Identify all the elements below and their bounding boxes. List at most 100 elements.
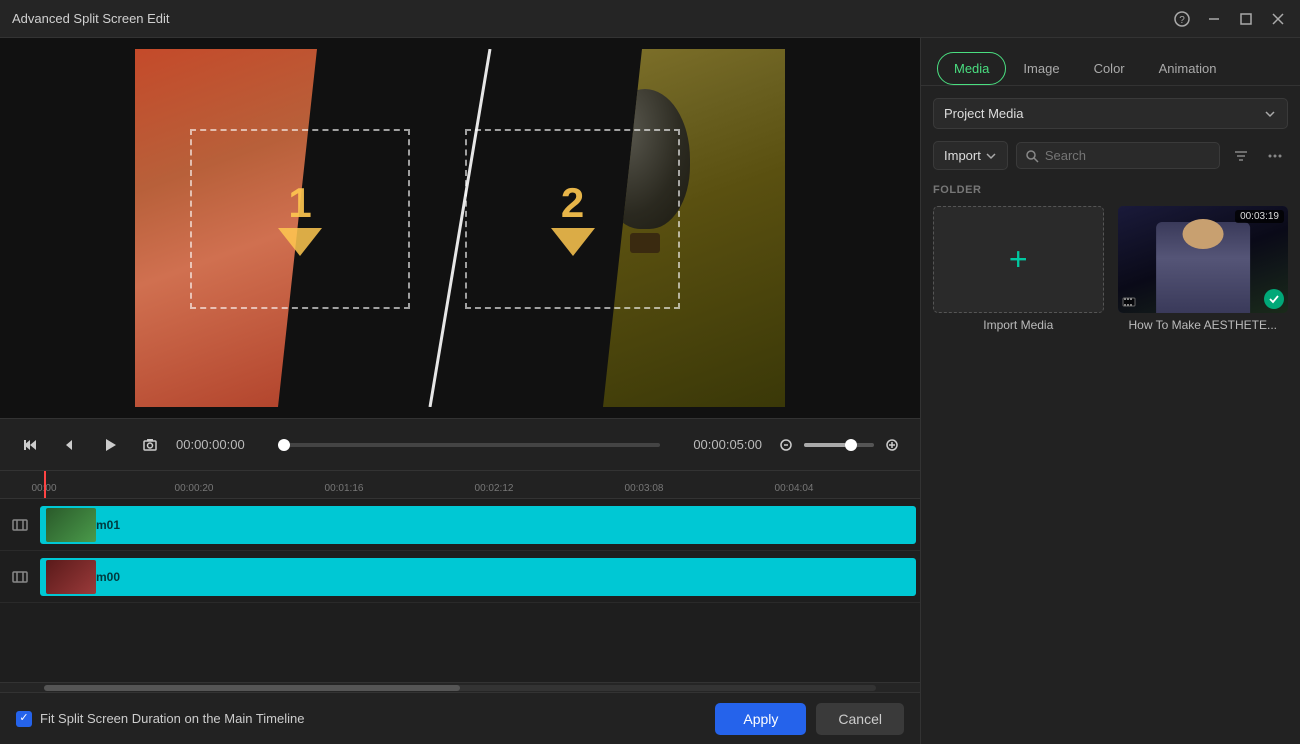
apply-button[interactable]: Apply [715, 703, 806, 735]
title-bar: Advanced Split Screen Edit ? [0, 0, 1300, 38]
progress-track[interactable] [278, 443, 660, 447]
media-icon-badge [1122, 295, 1136, 309]
timeline-track-1: m01 [0, 499, 920, 551]
fit-duration-label: Fit Split Screen Duration on the Main Ti… [40, 711, 304, 726]
import-button[interactable]: Import [933, 141, 1008, 170]
folder-label: FOLDER [933, 184, 1288, 196]
timeline-area: 00:00 00:00:20 00:01:16 00:02:12 00:03:0… [0, 470, 920, 692]
timeline-track-2: m00 [0, 551, 920, 603]
window-controls: ? [1172, 9, 1288, 29]
video-duration-badge: 00:03:19 [1235, 210, 1284, 223]
bottom-buttons: Apply Cancel [715, 703, 904, 735]
zoom-thumb[interactable] [845, 439, 857, 451]
dropdown-row: Project Media [933, 98, 1288, 129]
search-box[interactable] [1016, 142, 1220, 169]
import-media-label: Import Media [933, 318, 1104, 332]
slot-number-2: 2 [561, 182, 584, 224]
import-label: Import [944, 148, 981, 163]
ruler-tick-5: 00:04:04 [775, 483, 814, 494]
scrollbar-thumb[interactable] [44, 685, 460, 691]
ellipsis-icon [1267, 148, 1283, 164]
zoom-out-button[interactable] [774, 433, 798, 457]
ruler-tick-3: 00:02:12 [475, 483, 514, 494]
ruler-tick-2: 00:01:16 [325, 483, 364, 494]
sort-button[interactable] [1228, 143, 1254, 169]
fit-duration-checkbox[interactable]: ✓ [16, 711, 32, 727]
clip-thumbnail-2 [46, 560, 96, 594]
import-media-thumb: + [933, 206, 1104, 313]
search-input[interactable] [1045, 148, 1211, 163]
video-half-left [135, 49, 460, 407]
project-media-dropdown[interactable]: Project Media [933, 98, 1288, 129]
clip-label-1: m01 [96, 518, 120, 532]
sort-icon [1233, 148, 1249, 164]
help-button[interactable]: ? [1172, 9, 1192, 29]
track-clip-1[interactable]: m01 [40, 506, 916, 544]
fit-duration-checkbox-label[interactable]: ✓ Fit Split Screen Duration on the Main … [16, 711, 304, 727]
tab-image[interactable]: Image [1006, 52, 1076, 85]
video-media-label: How To Make AESTHETE... [1118, 318, 1289, 332]
clip-thumbnail-1 [46, 508, 96, 542]
snapshot-button[interactable] [136, 431, 164, 459]
clip-label-2: m00 [96, 570, 120, 584]
track-icon-1 [0, 516, 40, 534]
main-layout: 1 2 [0, 38, 1300, 744]
video-media-item[interactable]: 00:03:19 [1118, 206, 1289, 332]
zoom-controls [774, 433, 904, 457]
play-button[interactable] [96, 431, 124, 459]
zoom-slider[interactable] [804, 443, 874, 447]
filmstrip-icon [1122, 295, 1136, 309]
panel-content: Project Media Import [921, 86, 1300, 744]
track-content-1: m01 [40, 506, 920, 544]
progress-thumb[interactable] [278, 439, 290, 451]
svg-text:?: ? [1179, 15, 1185, 26]
cancel-button[interactable]: Cancel [816, 703, 904, 735]
dropdown-value: Project Media [944, 106, 1023, 121]
search-icon [1025, 149, 1039, 163]
chevron-down-icon-import [985, 150, 997, 162]
zoom-fill [804, 443, 846, 447]
toolbar-row: Import [933, 141, 1288, 170]
bottom-bar: ✓ Fit Split Screen Duration on the Main … [0, 692, 920, 744]
timeline-ruler: 00:00 00:00:20 00:01:16 00:02:12 00:03:0… [0, 471, 920, 499]
video-check-badge [1264, 289, 1284, 309]
import-media-item[interactable]: + Import Media [933, 206, 1104, 332]
video-media-thumb: 00:03:19 [1118, 206, 1289, 313]
zoom-in-button[interactable] [880, 433, 904, 457]
track-clip-2[interactable]: m00 [40, 558, 916, 596]
video-preview: 1 2 [135, 49, 785, 407]
skip-back-button[interactable] [16, 431, 44, 459]
window-title: Advanced Split Screen Edit [12, 11, 170, 26]
minimize-button[interactable] [1204, 9, 1224, 29]
timeline-scrollbar [0, 682, 920, 692]
scrollbar-track[interactable] [44, 685, 876, 691]
frame-back-button[interactable] [56, 431, 84, 459]
track-content-2: m00 [40, 558, 920, 596]
tab-color[interactable]: Color [1077, 52, 1142, 85]
chevron-down-icon [1263, 107, 1277, 121]
drop-arrow-2 [551, 228, 595, 256]
tab-media[interactable]: Media [937, 52, 1006, 85]
close-button[interactable] [1268, 9, 1288, 29]
checkbox-check-icon: ✓ [19, 713, 28, 724]
content-area: 1 2 [0, 38, 920, 744]
timeline-tracks: m01 [0, 499, 920, 682]
maximize-button[interactable] [1236, 9, 1256, 29]
video-half-right [460, 49, 785, 407]
ruler-tick-4: 00:03:08 [625, 483, 664, 494]
ruler-tick-1: 00:00:20 [175, 483, 214, 494]
preview-area: 1 2 [0, 38, 920, 418]
tab-animation[interactable]: Animation [1142, 52, 1234, 85]
balloon-visual [585, 89, 705, 289]
track-icon-2 [0, 568, 40, 586]
check-icon [1268, 293, 1280, 305]
drop-number-2: 2 [551, 182, 595, 256]
total-time: 00:00:05:00 [672, 437, 762, 452]
playback-bar: 00:00:00:00 00:00:05:00 [0, 418, 920, 470]
current-time: 00:00:00:00 [176, 437, 266, 452]
ruler-tick-0: 00:00 [31, 483, 56, 494]
more-options-button[interactable] [1262, 143, 1288, 169]
media-grid: + Import Media [933, 206, 1288, 332]
right-panel: Media Image Color Animation Project Medi… [920, 38, 1300, 744]
panel-tabs: Media Image Color Animation [921, 38, 1300, 86]
